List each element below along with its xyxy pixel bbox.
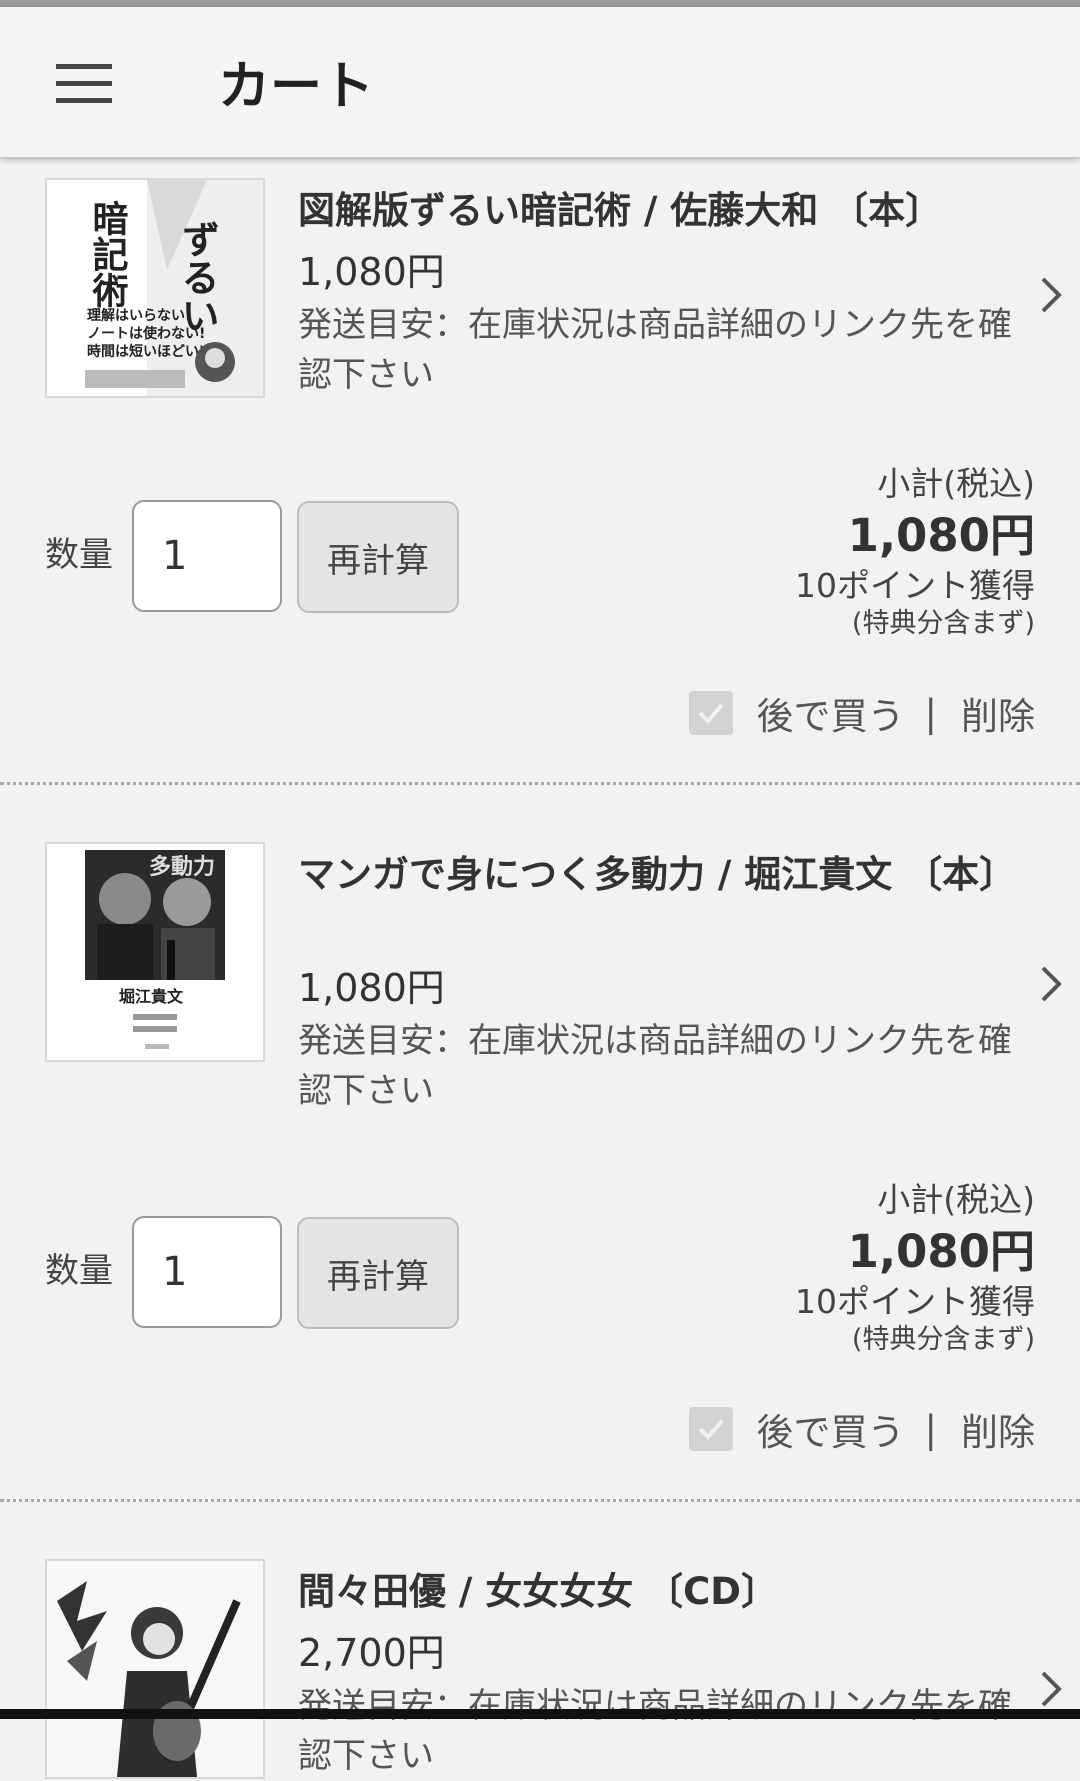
cover-author-text: 堀江貴文 [119, 987, 184, 1006]
chevron-right-icon[interactable] [1038, 1669, 1064, 1709]
subtotal-label: 小計(税込) [877, 464, 1035, 503]
product-price: 2,700円 [298, 1631, 445, 1675]
cover-subtitle-text: 暗記術 [87, 200, 130, 308]
app-bar: カート [0, 7, 1080, 157]
subtotal-value: 1,080円 [847, 1225, 1035, 1278]
cart-item: 間々田優 / 女女女女 〔CD〕 2,700円 発送目安：在庫状況は商品詳細のリ… [0, 1559, 1080, 1779]
action-separator: | [924, 691, 937, 735]
check-icon [698, 1419, 724, 1440]
item-divider [0, 782, 1080, 785]
item-actions: 後で買う | 削除 [688, 686, 1035, 740]
cover-line-text: 理解はいらない! [87, 307, 191, 324]
check-icon [698, 703, 724, 724]
shipping-info: 発送目安：在庫状況は商品詳細のリンク先を確認下さい [298, 305, 1012, 395]
bottom-edge-bar [0, 1709, 1080, 1719]
product-title[interactable]: 図解版ずるい暗記術 / 佐藤大和 〔本〕 [298, 184, 998, 238]
product-title[interactable]: マンガで身につく多動力 / 堀江貴文 〔本〕 [298, 848, 1016, 902]
points-earned: 10ポイント獲得 [795, 566, 1035, 605]
quantity-input[interactable] [132, 1216, 282, 1328]
buy-later-link[interactable]: 後で買う [757, 686, 905, 740]
shipping-info: 発送目安：在庫状況は商品詳細のリンク先を確認下さい [298, 1021, 1012, 1111]
subtotal-value: 1,080円 [847, 509, 1035, 562]
subtotal-block: 小計(税込) 1,080円 10ポイント獲得 (特典分含まず) [635, 1177, 1035, 1357]
subtotal-block: 小計(税込) 1,080円 10ポイント獲得 (特典分含まず) [635, 461, 1035, 641]
delete-link[interactable]: 削除 [961, 686, 1035, 740]
status-strip [0, 0, 1080, 7]
delete-link[interactable]: 削除 [961, 1402, 1035, 1456]
chevron-right-icon[interactable] [1038, 964, 1064, 1004]
buy-later-link[interactable]: 後で買う [757, 1402, 905, 1456]
product-title[interactable]: 間々田優 / 女女女女 〔CD〕 [298, 1565, 998, 1619]
recalculate-button[interactable]: 再計算 [297, 501, 459, 613]
product-image[interactable] [45, 1559, 265, 1779]
product-image[interactable]: 多動力 堀江貴文 [45, 842, 265, 1062]
subtotal-label: 小計(税込) [877, 1180, 1035, 1219]
buy-later-checkbox[interactable] [688, 691, 733, 735]
page-title: カート [218, 57, 375, 117]
cover-line-text: ノートは使わない! [87, 325, 205, 342]
product-price: 1,080円 [298, 250, 445, 294]
quantity-label: 数量 [45, 535, 113, 575]
item-divider [0, 1499, 1080, 1502]
points-note: (特典分含まず) [851, 608, 1035, 639]
buy-later-checkbox[interactable] [688, 1407, 733, 1451]
action-separator: | [924, 1407, 937, 1451]
points-earned: 10ポイント獲得 [795, 1282, 1035, 1321]
cover-title-text: 多動力 [149, 854, 215, 880]
recalculate-button[interactable]: 再計算 [297, 1217, 459, 1329]
cart-item: ずるい 暗記術 理解はいらない! ノートは使わない! 時間は短いほどいい! 図解… [0, 178, 1080, 896]
product-price: 1,080円 [298, 966, 445, 1010]
product-image[interactable]: ずるい 暗記術 理解はいらない! ノートは使わない! 時間は短いほどいい! [45, 178, 265, 398]
cart-item: 多動力 堀江貴文 マンガで身につく多動力 / 堀江貴文 〔本〕 1,080円 発… [0, 842, 1080, 1560]
item-actions: 後で買う | 削除 [688, 1402, 1035, 1456]
points-note: (特典分含まず) [851, 1324, 1035, 1355]
quantity-label: 数量 [45, 1251, 113, 1291]
chevron-right-icon[interactable] [1038, 275, 1064, 315]
quantity-input[interactable] [132, 500, 282, 612]
hamburger-menu-icon[interactable] [56, 64, 112, 104]
shipping-info: 発送目安：在庫状況は商品詳細のリンク先を確認下さい [298, 1686, 1012, 1776]
